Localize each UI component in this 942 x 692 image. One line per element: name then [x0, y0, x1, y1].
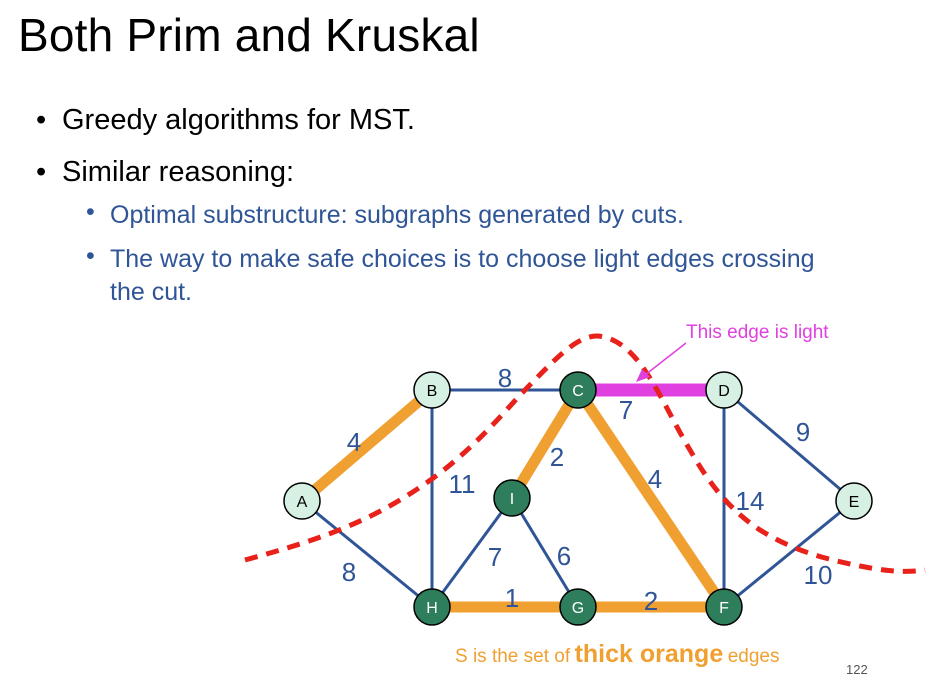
edge-weight-H-I: 7	[488, 542, 502, 572]
edge-weight-G-F: 2	[644, 586, 658, 616]
node-B: B	[413, 371, 451, 409]
node-label: E	[849, 494, 860, 511]
node-D: D	[705, 371, 743, 409]
edge-weight-C-F: 4	[648, 464, 662, 494]
edge-A-H	[301, 499, 433, 609]
node-H: H	[413, 588, 451, 626]
node-label: A	[297, 494, 308, 511]
node-label: G	[572, 600, 584, 617]
edge-weight-D-F: 14	[736, 486, 765, 516]
node-label: B	[427, 383, 438, 400]
caption-emphasis: thick orange	[574, 640, 724, 668]
node-label: C	[572, 383, 584, 400]
caption-suffix: edges	[727, 646, 780, 667]
node-label: D	[718, 383, 730, 400]
edge-weight-C-D: 7	[619, 395, 633, 425]
node-I: I	[493, 479, 531, 517]
node-E: E	[835, 482, 873, 520]
node-G: G	[559, 588, 597, 626]
node-C: C	[559, 371, 597, 409]
edge-weight-B-C: 8	[498, 363, 512, 393]
light-edge-annotation: This edge is light	[686, 322, 829, 343]
node-layer: A B C D E F G H I	[283, 371, 873, 626]
caption-prefix: S is the set of	[455, 646, 571, 667]
edge-weight-B-H: 11	[449, 469, 476, 499]
edge-weight-D-E: 9	[796, 417, 810, 447]
annotation-arrow	[644, 342, 687, 376]
edge-weight-A-H: 8	[342, 557, 356, 587]
edge-D-E	[723, 388, 855, 503]
page-number: 122	[846, 662, 868, 677]
node-F: F	[705, 588, 743, 626]
edge-weight-A-B: 4	[347, 427, 361, 457]
edge-weight-C-I: 2	[550, 442, 564, 472]
edge-C-F	[573, 386, 729, 611]
node-label: H	[426, 600, 438, 617]
node-A: A	[283, 482, 321, 520]
caption: S is the set of thick orange edges	[455, 640, 779, 669]
edge-A-B	[298, 385, 436, 506]
edge-C-I	[507, 387, 583, 501]
edge-weight-I-G: 6	[557, 541, 571, 571]
edge-weight-H-G: 1	[505, 583, 519, 613]
node-label: F	[719, 600, 729, 617]
node-label: I	[510, 491, 514, 508]
edge-weight-E-F: 10	[804, 560, 833, 590]
mst-graph-diagram: 4 8 8 11 7 2 4 9 14 10 7 6 1 2 A B C D E F G H I This edge is…	[244, 322, 926, 626]
edge-layer	[298, 383, 855, 613]
